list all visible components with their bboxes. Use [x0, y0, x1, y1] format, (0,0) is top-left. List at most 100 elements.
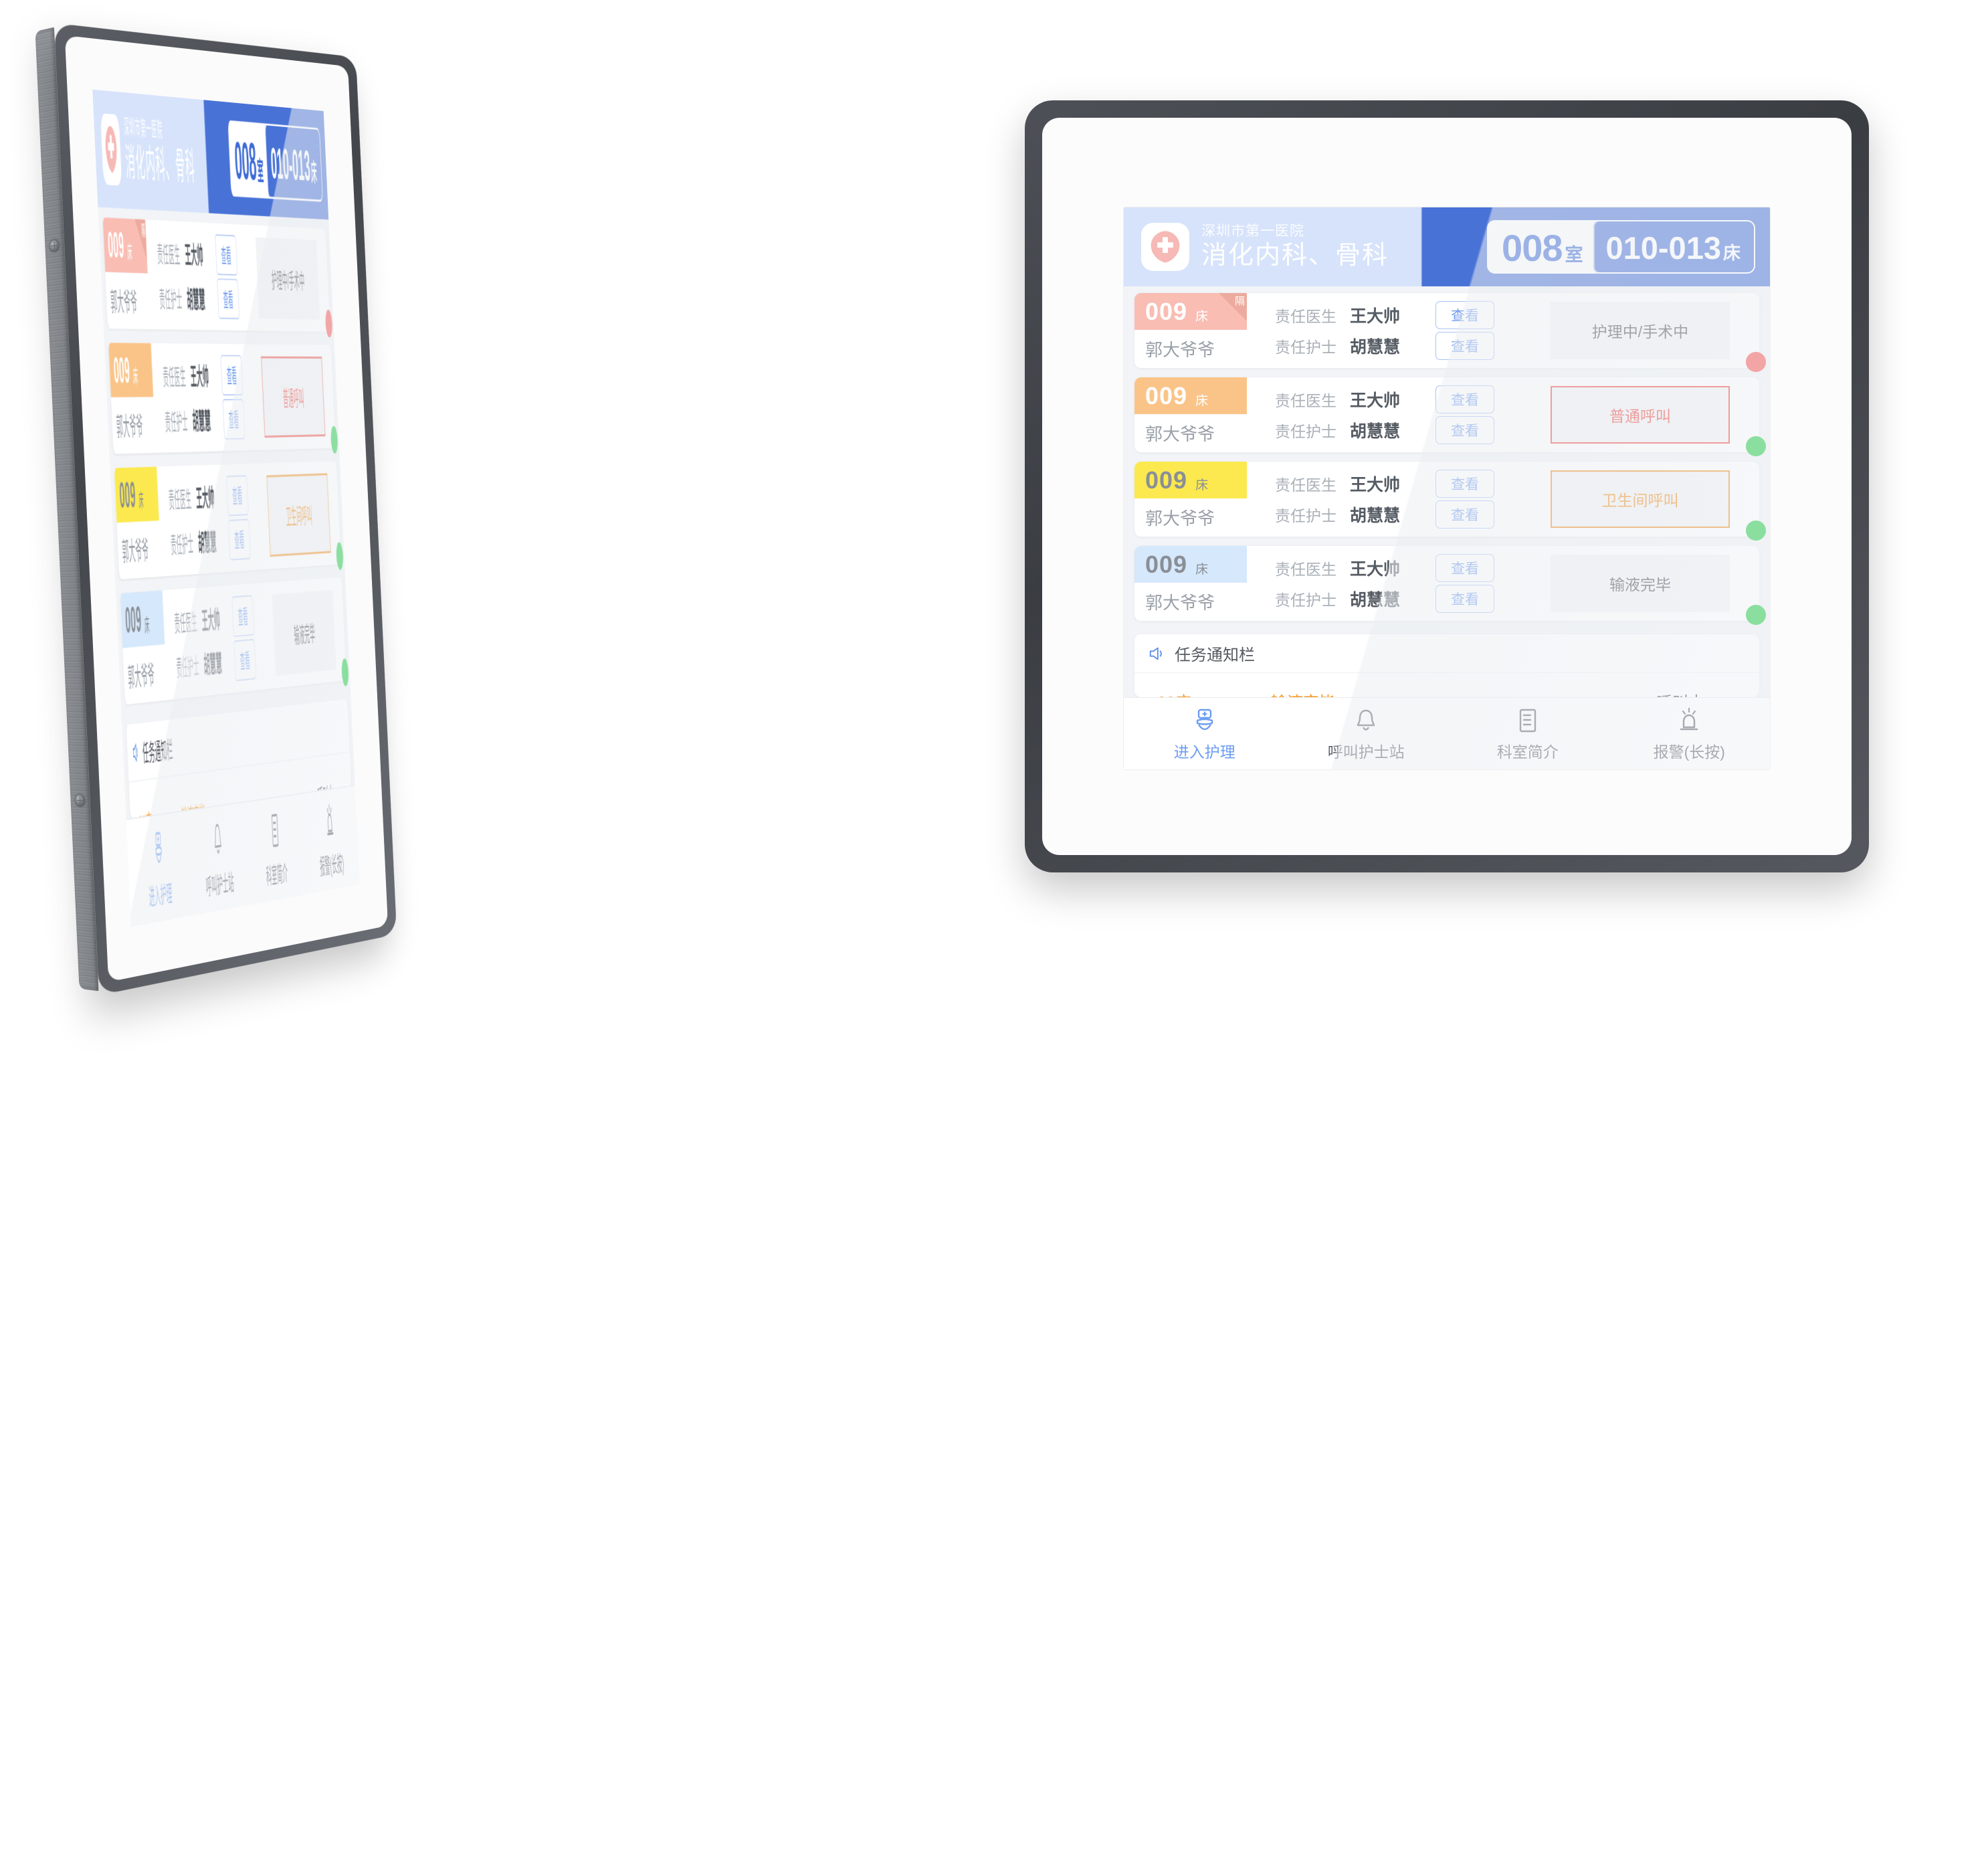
- view-nurse-button[interactable]: 查看: [1435, 500, 1494, 529]
- view-nurse-button[interactable]: 查看: [1435, 416, 1494, 444]
- task-panel-title: 任务通知栏: [142, 737, 174, 768]
- room-bed-badge: 008 室 010-013 床: [1487, 220, 1755, 274]
- status-indicator-dot: [330, 426, 338, 454]
- view-nurse-button[interactable]: 查看: [222, 399, 245, 440]
- bed-card[interactable]: 009 床郭大爷爷 责任医生 王大帅 查看 责任护士 胡慧慧 查看 卫生间呼叫: [114, 460, 344, 580]
- nav-item-label: 科室简介: [1496, 743, 1559, 761]
- doctor-label: 责任医生: [1275, 476, 1336, 494]
- view-doctor-button[interactable]: 查看: [220, 355, 243, 396]
- nav-item-label: 科室简介: [266, 860, 288, 889]
- nav-item-bell[interactable]: 呼叫护士站: [1286, 706, 1448, 762]
- bed-number-banner: 009 床: [1134, 377, 1247, 414]
- bed-status-box[interactable]: 护理中/手术中: [255, 237, 320, 320]
- bed-number-unit: 床: [1195, 478, 1209, 492]
- nav-item-nurse[interactable]: 进入护理: [1124, 706, 1286, 762]
- bed-card[interactable]: 009 床隔郭大爷爷 责任医生 王大帅 查看 责任护士 胡慧慧 查看 护理中/手术中: [102, 217, 333, 338]
- bed-card[interactable]: 009 床隔郭大爷爷 责任医生 王大帅 查看 责任护士 胡慧慧 查看 护理中/手术中: [1134, 293, 1766, 372]
- view-doctor-button[interactable]: 查看: [225, 475, 249, 517]
- view-doctor-button[interactable]: 查看: [1435, 385, 1494, 413]
- view-nurse-button[interactable]: 查看: [1435, 332, 1494, 360]
- doctor-row: 责任医生 王大帅 查看: [1275, 554, 1551, 582]
- bed-range: 010-013: [270, 138, 312, 191]
- bed-tag: 009 床隔郭大爷爷: [102, 217, 150, 329]
- nav-item-label: 进入护理: [1173, 743, 1235, 761]
- nav-item-label: 呼叫护士站: [205, 869, 235, 900]
- bed-status-box[interactable]: 输液完毕: [1551, 555, 1730, 612]
- nav-item-alarm-light[interactable]: 报警(长按): [302, 797, 359, 884]
- view-nurse-button[interactable]: 查看: [233, 638, 257, 682]
- bed-card[interactable]: 009 床郭大爷爷 责任医生 王大帅 查看责任护士 胡慧慧 查看 输液完毕: [1134, 546, 1766, 625]
- alarm-light-icon: [324, 800, 336, 843]
- status-indicator-dot: [1746, 605, 1766, 625]
- rail-screw-bottom: [74, 794, 86, 807]
- isolation-label: 隔: [140, 223, 146, 240]
- tablet-screen-right: 深圳市第一医院 消化内科、骨科 008 室 010-013 床 009 床隔郭大爷…: [1124, 207, 1770, 769]
- task-panel-title: 任务通知栏: [1175, 646, 1255, 664]
- doctor-name: 王大帅: [1350, 307, 1401, 326]
- bed-card[interactable]: 009 床郭大爷爷 责任医生 王大帅 查看 责任护士 胡慧慧 查看 普通呼叫: [108, 343, 338, 454]
- bed-status-box[interactable]: 卫生间呼叫: [266, 473, 331, 557]
- status-indicator-dot: [335, 542, 344, 571]
- nurse-icon: [1190, 706, 1219, 735]
- document-icon: [1513, 706, 1543, 735]
- nurse-name: 胡慧慧: [1350, 591, 1401, 609]
- view-doctor-button[interactable]: 查看: [215, 234, 238, 276]
- nurse-icon: [152, 826, 165, 872]
- bed-status-box[interactable]: 输液完毕: [272, 589, 336, 676]
- nav-item-document[interactable]: 科室简介: [245, 805, 305, 894]
- bed-tag: 009 床郭大爷爷: [1134, 546, 1247, 621]
- patient-name: 郭大爷爷: [1145, 340, 1215, 360]
- bed-tag: 009 床隔郭大爷爷: [1134, 293, 1247, 368]
- room-number-block: 008 室: [1488, 221, 1594, 272]
- bed-status-box[interactable]: 普通呼叫: [1551, 386, 1730, 444]
- nav-item-document[interactable]: 科室简介: [1447, 706, 1609, 762]
- patient-name: 郭大爷爷: [1145, 508, 1215, 529]
- tablet-screen-left: 深圳市第一医院 消化内科、骨科 008 室 010-013 床 009 床隔郭大爷…: [92, 89, 360, 927]
- bed-tag: 009 床郭大爷爷: [1134, 377, 1247, 452]
- bed-number-unit: 床: [1195, 310, 1209, 324]
- status-indicator-dot: [1746, 352, 1766, 372]
- room-number: 008: [1502, 227, 1563, 269]
- bed-card[interactable]: 009 床郭大爷爷 责任医生 王大帅 查看 责任护士 胡慧慧 查看 输液完毕: [120, 577, 349, 705]
- view-doctor-button[interactable]: 查看: [1435, 301, 1494, 329]
- bed-range-block: 010-013 床: [265, 123, 323, 202]
- nav-item-alarm-light[interactable]: 报警(长按): [1609, 706, 1771, 762]
- bed-status-box[interactable]: 普通呼叫: [261, 356, 326, 438]
- nurse-row: 责任护士 胡慧慧 查看: [1275, 416, 1551, 444]
- bed-info: 责任医生 王大帅 查看 责任护士 胡慧慧 查看: [1247, 377, 1551, 452]
- rail-screw-top: [49, 239, 60, 253]
- bed-card[interactable]: 009 床郭大爷爷 责任医生 王大帅 查看 责任护士 胡慧慧 查看 卫生间呼叫: [1134, 462, 1766, 541]
- bed-number: 009: [112, 349, 131, 390]
- nurse-name: 胡慧慧: [1350, 338, 1401, 357]
- bed-info: 责任医生 王大帅 查看 责任护士 胡慧慧 查看: [157, 463, 271, 576]
- bottom-navigation: 进入护理 呼叫护士站 科室简介 报警(长按): [1124, 697, 1770, 769]
- doctor-row: 责任医生 王大帅 查看: [1275, 301, 1551, 329]
- bed-status-box[interactable]: 护理中/手术中: [1551, 302, 1730, 359]
- bed-card-list: 009 床隔郭大爷爷 责任医生 王大帅 查看 责任护士 胡慧慧 查看 护理中/手术中 009 床郭大…: [1124, 286, 1770, 630]
- patient-name: 郭大爷爷: [1145, 593, 1215, 613]
- hospital-name: 深圳市第一医院: [1201, 223, 1304, 239]
- view-nurse-button[interactable]: 查看: [217, 278, 240, 320]
- screen-content-right: 深圳市第一医院 消化内科、骨科 008 室 010-013 床 009 床隔郭大爷…: [1124, 207, 1770, 769]
- doctor-name: 王大帅: [189, 363, 209, 391]
- tablet-device-left: 深圳市第一医院 消化内科、骨科 008 室 010-013 床 009 床隔郭大爷…: [20, 0, 475, 1004]
- nurse-row: 责任护士 胡慧慧 查看: [1275, 500, 1551, 529]
- view-nurse-button[interactable]: 查看: [1435, 585, 1494, 613]
- bed-info: 责任医生 王大帅 查看责任护士 胡慧慧 查看: [1247, 546, 1551, 621]
- bed-tag: 009 床郭大爷爷: [1134, 462, 1247, 537]
- view-doctor-button[interactable]: 查看: [1435, 554, 1494, 582]
- nurse-label: 责任护士: [1275, 591, 1336, 609]
- bed-number: 009: [1145, 381, 1188, 409]
- nurse-label: 责任护士: [1275, 423, 1336, 440]
- view-doctor-button[interactable]: 查看: [231, 595, 255, 638]
- bed-status-box[interactable]: 卫生间呼叫: [1551, 470, 1730, 528]
- department-name: 消化内科、骨科: [1201, 241, 1389, 270]
- doctor-name: 王大帅: [184, 242, 204, 270]
- patient-name: 郭大爷爷: [127, 660, 155, 693]
- view-nurse-button[interactable]: 查看: [227, 519, 251, 561]
- bed-number-banner: 009 床: [108, 343, 154, 397]
- app-header: 深圳市第一医院 消化内科、骨科 008 室 010-013 床: [92, 89, 329, 220]
- view-doctor-button[interactable]: 查看: [1435, 470, 1494, 498]
- isolation-label: 隔: [1234, 296, 1245, 307]
- bed-card[interactable]: 009 床郭大爷爷 责任医生 王大帅 查看 责任护士 胡慧慧 查看 普通呼叫: [1134, 377, 1766, 456]
